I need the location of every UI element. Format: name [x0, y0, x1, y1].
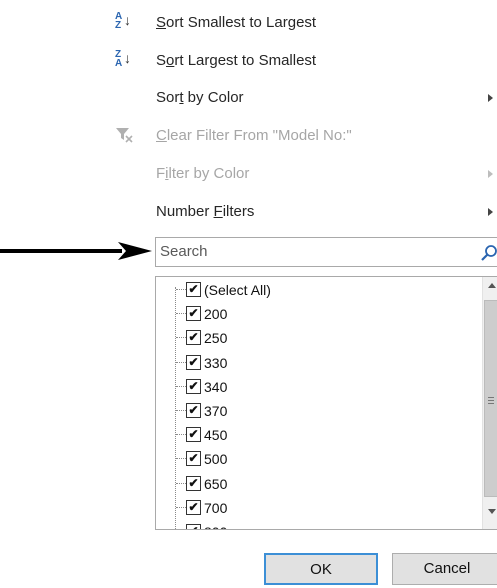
sort-descending-icon: Z A ↓ — [114, 47, 134, 71]
checkbox[interactable]: ✔ — [186, 306, 201, 322]
grip-icon — [488, 397, 494, 406]
menu-number-filters[interactable]: Number Filters — [156, 200, 254, 224]
checkbox[interactable]: ✔ — [186, 282, 201, 297]
clear-filter-icon — [116, 128, 133, 143]
list-item-label: 200 — [204, 306, 228, 323]
menu-label-part: F — [156, 165, 166, 182]
annotation-arrow-icon — [0, 242, 152, 260]
list-item-label: 250 — [204, 330, 228, 347]
menu-label-part: S — [156, 52, 167, 69]
tree-connector — [176, 337, 186, 339]
list-item-label: 370 — [204, 403, 228, 419]
menu-label-part: by Color — [183, 89, 244, 106]
menu-label-part: Number — [156, 203, 214, 220]
submenu-arrow-icon — [488, 170, 493, 178]
search-icon[interactable] — [480, 244, 497, 262]
scroll-down-arrow-icon[interactable] — [488, 509, 496, 514]
menu-label-part: rt Largest to Smallest — [174, 52, 317, 69]
list-item-label: 700 — [204, 499, 228, 516]
ok-button[interactable]: OK — [264, 553, 378, 585]
tree-connector — [176, 458, 186, 460]
scrollbar[interactable] — [482, 277, 497, 529]
list-item-label: 500 — [204, 451, 228, 468]
search-input[interactable]: Search — [155, 237, 497, 267]
list-item[interactable]: ✔ 340 — [156, 375, 476, 399]
checkbox[interactable]: ✔ — [186, 330, 201, 346]
checkbox[interactable]: ✔ — [186, 499, 201, 515]
menu-sort-by-color[interactable]: Sort by Color — [156, 86, 244, 110]
menu-filter-by-color[interactable]: Filter by Color — [156, 162, 249, 186]
tree-connector — [176, 434, 186, 436]
menu-accelerator-key: C — [156, 127, 167, 144]
checkbox[interactable]: ✔ — [186, 378, 201, 394]
list-item[interactable]: ✔ (Select All) — [156, 278, 476, 302]
checkbox[interactable]: ✔ — [186, 427, 201, 443]
filter-values-list[interactable]: ✔ (Select All) ✔ 200 ✔ 250 ✔ 330 ✔ 340 ✔ 370 ✔ 450 ✔ 50… — [155, 276, 497, 530]
menu-accelerator-key: S — [156, 14, 167, 31]
cancel-button[interactable]: Cancel — [392, 553, 497, 585]
menu-sort-largest-to-smallest[interactable]: Sort Largest to Smallest — [156, 49, 316, 73]
menu-label-part: ort Smallest to Largest — [166, 14, 317, 31]
list-item[interactable]: ✔ 200 — [156, 302, 476, 326]
list-item-label: 800 — [204, 520, 227, 529]
sort-ascending-icon: A Z ↓ — [114, 9, 134, 33]
menu-label-part: lear Filter From "Model No:" — [166, 127, 352, 144]
menu-accelerator-key: F — [213, 203, 223, 220]
list-item-label: (Select All) — [204, 282, 271, 298]
list-item[interactable]: ✔800 — [156, 520, 476, 529]
tree-connector — [176, 289, 186, 290]
list-item[interactable]: ✔ 450 — [156, 423, 476, 447]
down-arrow-icon: ↓ — [124, 12, 131, 28]
checkbox[interactable]: ✔ — [186, 475, 201, 491]
tree-connector — [176, 313, 186, 315]
tree-connector — [176, 410, 186, 411]
list-item-label: 340 — [204, 378, 228, 395]
menu-label-part: lter by Color — [168, 165, 250, 182]
menu-clear-filter[interactable]: Clear Filter From "Model No:" — [156, 124, 352, 148]
scrollbar-thumb[interactable] — [484, 300, 497, 497]
sort-asc-icon-bottom-letter: Z — [115, 20, 122, 31]
menu-sort-smallest-to-largest[interactable]: Sort Smallest to Largest — [156, 11, 316, 35]
submenu-arrow-icon — [488, 208, 493, 216]
down-arrow-icon: ↓ — [124, 50, 131, 66]
checkbox[interactable]: ✔ — [186, 524, 201, 529]
scroll-up-arrow-icon[interactable] — [488, 283, 496, 288]
list-item[interactable]: ✔ 250 — [156, 326, 476, 350]
search-placeholder: Search — [160, 243, 208, 260]
tree-connector — [176, 482, 186, 484]
tree-connector — [176, 361, 186, 363]
list-item[interactable]: ✔ 330 — [156, 351, 476, 375]
checkbox[interactable]: ✔ — [186, 354, 201, 370]
list-item-label: 450 — [204, 427, 228, 444]
sort-desc-icon-bottom-letter: A — [115, 58, 123, 69]
tree-connector — [176, 506, 186, 508]
list-item-label: 650 — [204, 475, 228, 492]
checkbox[interactable]: ✔ — [186, 403, 201, 418]
menu-label-part: Sor — [156, 89, 180, 106]
tree-connector — [176, 385, 186, 387]
checkbox[interactable]: ✔ — [186, 451, 201, 467]
list-item[interactable]: ✔ 650 — [156, 472, 476, 496]
submenu-arrow-icon — [488, 94, 493, 102]
list-item[interactable]: ✔ 500 — [156, 447, 476, 471]
list-item-label: 330 — [204, 354, 228, 371]
list-item[interactable]: ✔ 700 — [156, 496, 476, 520]
list-item[interactable]: ✔ 370 — [156, 399, 476, 423]
menu-label-part: ilters — [222, 203, 255, 220]
